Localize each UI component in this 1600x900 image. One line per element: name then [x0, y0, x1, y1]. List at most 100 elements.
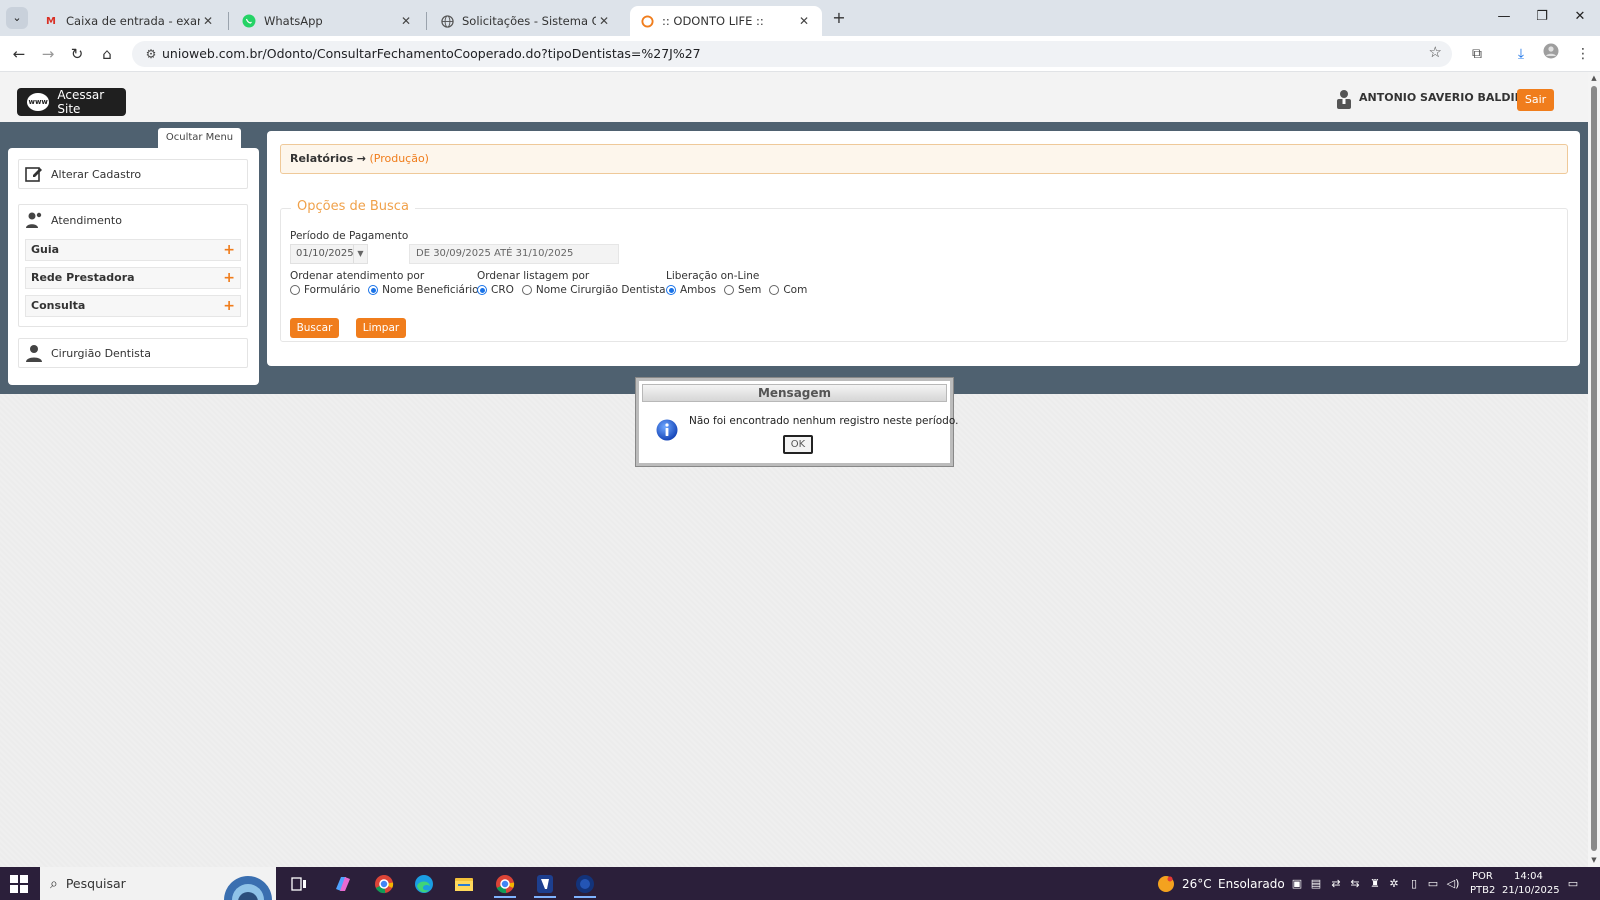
close-icon[interactable]: ✕ — [398, 14, 414, 28]
buscar-button[interactable]: Buscar — [290, 318, 339, 338]
breadcrumb-root: Relatórios — [290, 152, 354, 165]
limpar-button[interactable]: Limpar — [356, 318, 406, 338]
tray-security-icon[interactable]: ♜ — [1367, 876, 1383, 892]
dentist-icon — [26, 345, 42, 362]
browser-menu-icon[interactable]: ⋮ — [1572, 43, 1594, 65]
profile-avatar-icon[interactable] — [1540, 43, 1562, 65]
radio-ambos[interactable]: Ambos — [666, 284, 716, 296]
access-site-button[interactable]: www Acessar Site — [17, 88, 126, 116]
radio-button-checked[interactable] — [368, 285, 379, 295]
close-icon[interactable]: ✕ — [796, 14, 812, 28]
clock-time[interactable]: 14:04 — [1514, 871, 1543, 882]
radio-button[interactable] — [769, 285, 780, 295]
url-text[interactable]: unioweb.com.br/Odonto/ConsultarFechament… — [162, 46, 701, 61]
forward-arrow-icon[interactable]: → — [37, 43, 59, 65]
radio-cro[interactable]: CRO — [477, 284, 514, 296]
clock-date[interactable]: 21/10/2025 — [1502, 885, 1560, 896]
windows-taskbar: ⌕ Pesquisar 26°C Ensolarado ▣ ▤ ⇄ ⇆ ♜ ✲ … — [0, 867, 1600, 900]
address-bar[interactable]: ⚙ unioweb.com.br/Odonto/ConsultarFechame… — [132, 41, 1452, 67]
notifications-icon[interactable]: ▭ — [1565, 876, 1581, 892]
site-settings-icon[interactable]: ⚙ — [142, 45, 160, 63]
chrome-active-icon[interactable] — [490, 871, 520, 898]
plus-icon: + — [223, 242, 235, 258]
new-tab-plus-icon[interactable]: + — [828, 7, 850, 29]
battery-icon[interactable]: ▯ — [1406, 876, 1422, 892]
weather-sun-icon[interactable] — [1157, 875, 1175, 893]
chrome-icon[interactable] — [369, 871, 399, 896]
tray-app-blue-icon[interactable]: ▤ — [1308, 876, 1324, 892]
radio-com[interactable]: Com — [769, 284, 807, 296]
sub-item-label: Rede Prestadora — [31, 271, 135, 284]
radio-button-checked[interactable] — [666, 285, 676, 295]
tab-odonto-life[interactable]: :: ODONTO LIFE :: ✕ — [630, 6, 822, 36]
sidebar-item-label: Atendimento — [51, 213, 122, 227]
scroll-up-arrow-icon[interactable]: ▲ — [1590, 74, 1598, 82]
scroll-thumb[interactable] — [1591, 86, 1597, 851]
user-name: ANTONIO SAVERIO BALDINU — [1359, 91, 1533, 104]
radio-button[interactable] — [521, 285, 532, 295]
dialog-ok-button[interactable]: OK — [783, 435, 813, 454]
sidebar-item-cirurgiao-dentista[interactable]: Cirurgião Dentista — [18, 338, 248, 368]
reload-icon[interactable]: ↻ — [66, 43, 88, 65]
hide-menu-tab[interactable]: Ocultar Menu — [158, 128, 241, 148]
restore-icon[interactable]: ❐ — [1522, 6, 1562, 28]
sidebar-sub-rede-prestadora[interactable]: Rede Prestadora + — [25, 267, 241, 289]
network-icon[interactable]: ▭ — [1425, 876, 1441, 892]
radio-button-checked[interactable] — [477, 285, 487, 295]
file-explorer-icon[interactable] — [449, 871, 479, 896]
sidebar-item-alterar-cadastro[interactable]: Alterar Cadastro — [18, 159, 248, 189]
task-view-icon[interactable] — [284, 871, 314, 896]
home-icon[interactable]: ⌂ — [96, 43, 118, 65]
weather-temp[interactable]: 26°C — [1182, 877, 1212, 891]
sidebar-sub-consulta[interactable]: Consulta + — [25, 295, 241, 317]
keyboard-layout[interactable]: PTB2 — [1470, 885, 1495, 896]
radio-label: Ambos — [680, 284, 716, 296]
tab-gmail[interactable]: M Caixa de entrada - examesclinic ✕ — [34, 6, 226, 36]
tray-network-2-icon[interactable]: ✲ — [1386, 876, 1402, 892]
radio-nome-beneficiario[interactable]: Nome Beneficiário — [368, 284, 479, 296]
download-icon[interactable]: ⤓ — [1510, 43, 1532, 65]
search-icon: ⌕ — [50, 875, 58, 892]
periodo-select[interactable]: 01/10/2025 ▼ — [290, 244, 368, 264]
tab-list-chevron-icon[interactable]: ⌄ — [6, 7, 28, 29]
taskbar-search-box[interactable]: ⌕ Pesquisar — [40, 867, 276, 900]
app-tooth-icon[interactable] — [530, 871, 560, 898]
breadcrumb-link-producao[interactable]: (Produção) — [369, 152, 429, 165]
tab-solicitacoes[interactable]: Solicitações - Sistema Clínica ✕ — [430, 6, 622, 36]
scroll-down-arrow-icon[interactable]: ▼ — [1590, 856, 1598, 864]
back-arrow-icon[interactable]: ← — [8, 43, 30, 65]
windows-start-icon[interactable] — [10, 875, 28, 893]
tray-sync-icon[interactable]: ⇄ — [1328, 876, 1344, 892]
radio-label: Nome Beneficiário — [382, 284, 479, 296]
tray-sync-2-icon[interactable]: ⇆ — [1347, 876, 1363, 892]
logout-button[interactable]: Sair — [1517, 89, 1554, 111]
window-close-icon[interactable]: ✕ — [1560, 6, 1600, 28]
breadcrumb: Relatórios → (Produção) — [280, 144, 1568, 174]
dialog-title[interactable]: Mensagem — [642, 384, 947, 402]
extensions-puzzle-icon[interactable]: ⧉ — [1466, 43, 1488, 65]
radio-button[interactable] — [723, 285, 734, 295]
bookmark-star-icon[interactable]: ☆ — [1429, 43, 1442, 61]
minimize-icon[interactable]: — — [1484, 6, 1524, 28]
page-scrollbar[interactable]: ▲ ▼ — [1588, 72, 1600, 867]
tab-whatsapp[interactable]: WhatsApp ✕ — [232, 6, 424, 36]
close-icon[interactable]: ✕ — [596, 14, 612, 28]
copilot-icon[interactable] — [328, 871, 358, 896]
radio-sem[interactable]: Sem — [723, 284, 761, 296]
radio-button[interactable] — [290, 285, 300, 295]
radio-nome-cirurgiao[interactable]: Nome Cirurgião Dentista — [521, 284, 666, 296]
close-icon[interactable]: ✕ — [200, 14, 216, 28]
sidebar-sub-guia[interactable]: Guia + — [25, 239, 241, 261]
edge-icon[interactable] — [409, 871, 439, 896]
language-code[interactable]: POR — [1472, 871, 1493, 882]
sidebar-item-atendimento[interactable]: Atendimento — [25, 211, 122, 229]
radio-formulario[interactable]: Formulário — [290, 284, 360, 296]
search-options-fieldset: Opções de Busca Período de Pagamento 01/… — [280, 199, 1568, 342]
ordenar-atendimento-group: Formulário Nome Beneficiário — [290, 284, 487, 296]
app-blue-circle-icon[interactable] — [570, 871, 600, 898]
site-header: www Acessar Site ANTONIO SAVERIO BALDINU… — [0, 72, 1588, 122]
odonto-icon — [640, 14, 654, 28]
volume-icon[interactable]: ◁) — [1445, 876, 1461, 892]
weather-text[interactable]: Ensolarado — [1218, 877, 1285, 891]
tray-app-green-icon[interactable]: ▣ — [1289, 876, 1305, 892]
